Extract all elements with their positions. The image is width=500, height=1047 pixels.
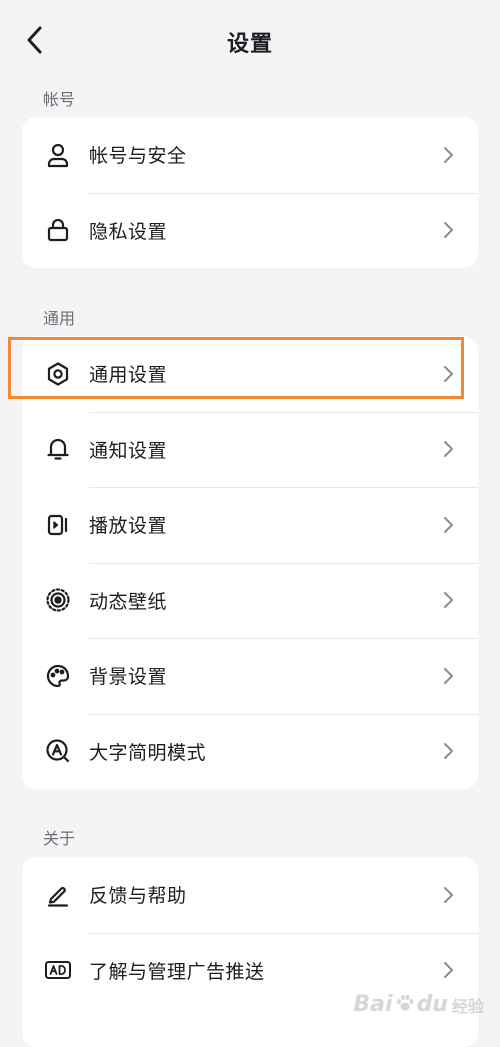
watermark-brand: Bai	[353, 992, 393, 1017]
settings-item-label: 帐号与安全	[89, 145, 187, 168]
settings-item-label: 了解与管理广告推送	[89, 960, 265, 983]
chevron-right-icon	[440, 885, 456, 905]
chevron-right-icon	[440, 220, 456, 240]
chevron-right-icon	[440, 666, 456, 686]
settings-item-feedback-help[interactable]: 反馈与帮助	[22, 857, 478, 933]
settings-item-label: 大字简明模式	[89, 741, 207, 764]
user-icon	[44, 141, 72, 169]
bell-icon	[44, 435, 72, 463]
settings-item-label: 背景设置	[89, 666, 168, 689]
settings-item-large-text-mode[interactable]: 大字简明模式	[22, 713, 478, 790]
chevron-right-icon	[440, 439, 456, 459]
settings-item-label: 通用设置	[89, 364, 168, 387]
gear-icon	[44, 360, 72, 388]
settings-item-label: 动态壁纸	[89, 590, 168, 613]
watermark-sub: 经验	[451, 996, 484, 1016]
settings-item-general[interactable]: 通用设置	[22, 336, 478, 412]
pencil-icon	[44, 881, 72, 909]
account-card: 帐号与安全 隐私设置	[22, 117, 478, 268]
about-card: 反馈与帮助 了解与管理广告推送	[22, 857, 478, 1047]
general-card: 通用设置 通知设置 播放设置 动态壁纸 背景设置 大字简明模式	[22, 336, 478, 789]
chevron-right-icon	[440, 741, 456, 761]
chevron-right-icon	[440, 145, 456, 165]
watermark-brand-end: du	[416, 992, 448, 1017]
play-device-icon	[44, 511, 72, 539]
page-title: 设置	[226, 32, 273, 57]
settings-item-live-wallpaper[interactable]: 动态壁纸	[22, 562, 478, 639]
chevron-right-icon	[440, 960, 456, 980]
chevron-right-icon	[440, 590, 456, 610]
ad-icon	[44, 956, 72, 984]
settings-item-account-security[interactable]: 帐号与安全	[22, 117, 478, 193]
live-wallpaper-icon	[44, 586, 72, 614]
settings-item-notifications[interactable]: 通知设置	[22, 411, 478, 488]
settings-item-label: 反馈与帮助	[89, 885, 187, 908]
lock-icon	[44, 216, 72, 244]
settings-item-label: 播放设置	[89, 515, 168, 538]
settings-item-label: 隐私设置	[89, 220, 168, 243]
settings-item-playback[interactable]: 播放设置	[22, 487, 478, 563]
settings-item-privacy[interactable]: 隐私设置	[22, 192, 478, 269]
paw-logo-icon	[395, 993, 415, 1017]
section-label-about: 关于	[43, 829, 76, 848]
settings-item-label: 通知设置	[89, 439, 168, 462]
chevron-right-icon	[440, 515, 456, 535]
top-bar: 设置	[0, 0, 500, 84]
section-label-account: 帐号	[43, 90, 76, 109]
section-label-general: 通用	[43, 309, 76, 328]
baidu-jingyan-watermark: Bai du 经验	[353, 992, 484, 1017]
chevron-right-icon	[440, 364, 456, 384]
large-text-icon	[44, 737, 72, 765]
palette-icon	[44, 662, 72, 690]
settings-item-background[interactable]: 背景设置	[22, 638, 478, 714]
